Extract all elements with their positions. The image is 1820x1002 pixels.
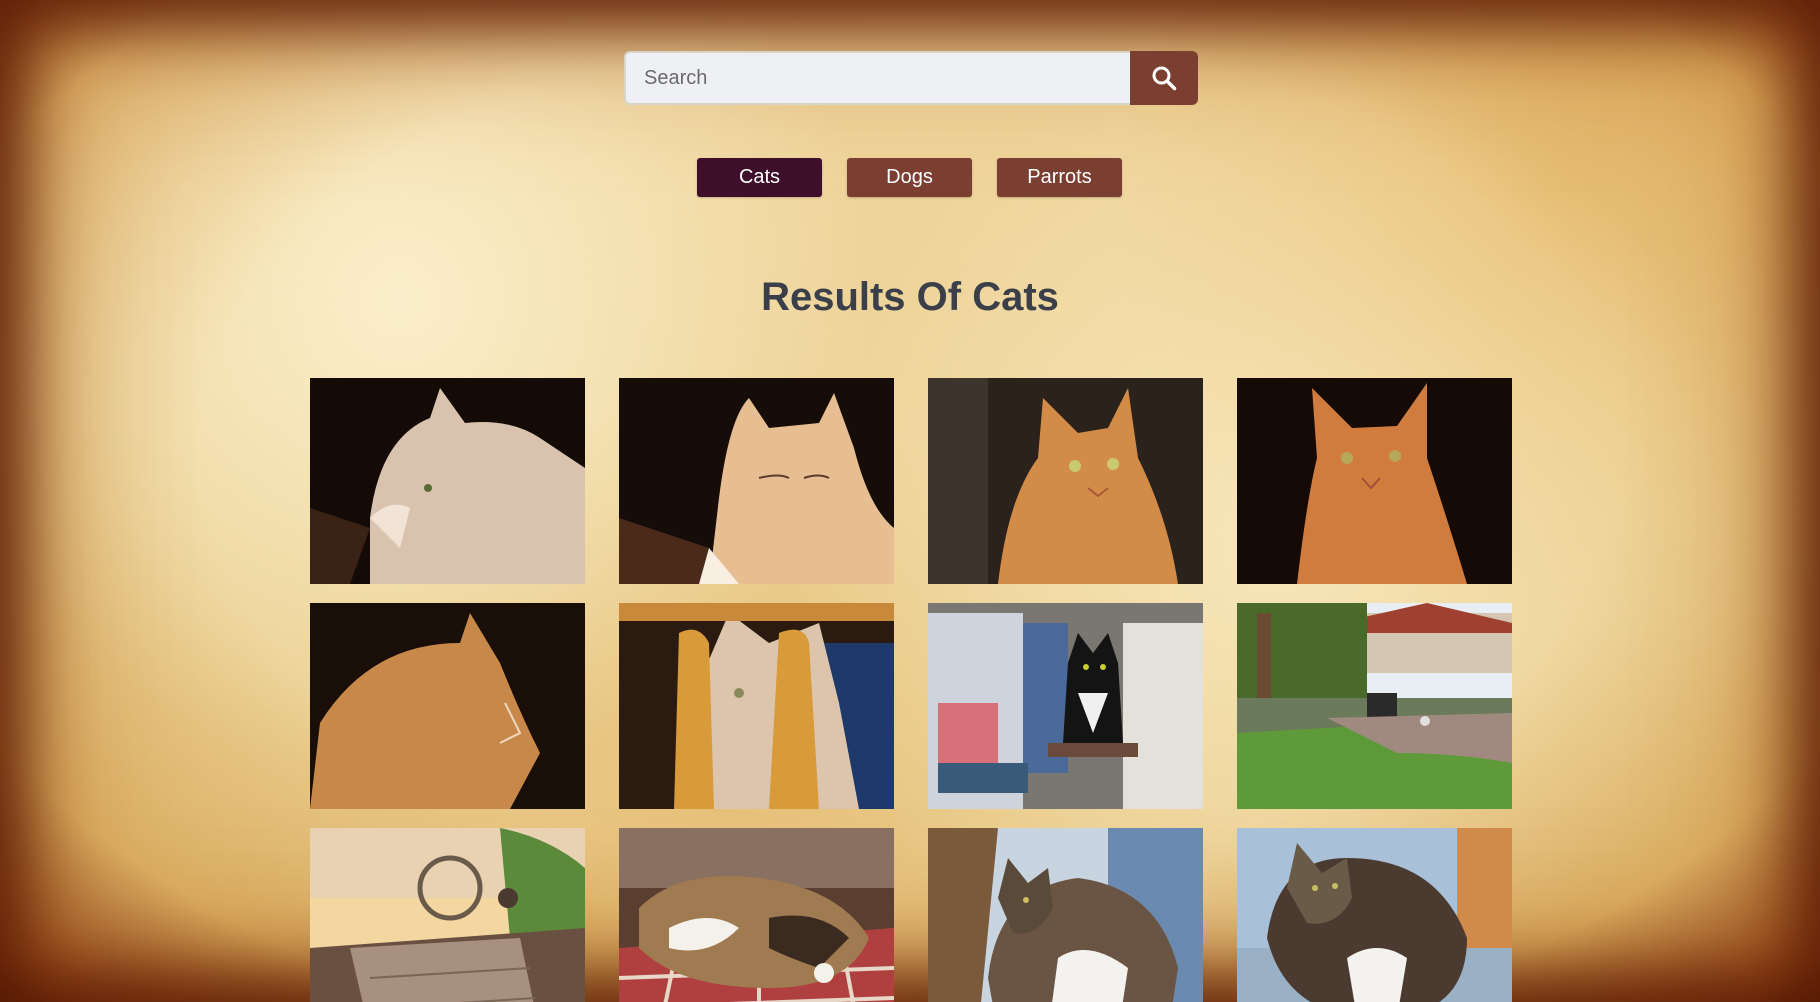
filter-dogs-button[interactable]: Dogs bbox=[847, 158, 972, 197]
image-gallery bbox=[310, 378, 1512, 1002]
cat-photo-4[interactable] bbox=[1237, 378, 1512, 584]
category-filters: Cats Dogs Parrots bbox=[697, 158, 1122, 197]
cat-photo-10[interactable] bbox=[619, 828, 894, 1002]
filter-cats-button[interactable]: Cats bbox=[697, 158, 822, 197]
cat-photo-9[interactable] bbox=[310, 828, 585, 1002]
cat-photo-7[interactable] bbox=[928, 603, 1203, 809]
cat-photo-5[interactable] bbox=[310, 603, 585, 809]
cat-photo-6[interactable] bbox=[619, 603, 894, 809]
filter-parrots-button[interactable]: Parrots bbox=[997, 158, 1122, 197]
search-button[interactable] bbox=[1130, 51, 1198, 105]
cat-photo-1[interactable] bbox=[310, 378, 585, 584]
search-input[interactable] bbox=[624, 51, 1130, 105]
search-icon bbox=[1152, 66, 1177, 91]
cat-photo-12[interactable] bbox=[1237, 828, 1512, 1002]
search-bar bbox=[624, 51, 1198, 105]
results-title: Results Of Cats bbox=[761, 275, 1059, 319]
cat-photo-2[interactable] bbox=[619, 378, 894, 584]
cat-photo-11[interactable] bbox=[928, 828, 1203, 1002]
cat-photo-3[interactable] bbox=[928, 378, 1203, 584]
cat-photo-8[interactable] bbox=[1237, 603, 1512, 809]
